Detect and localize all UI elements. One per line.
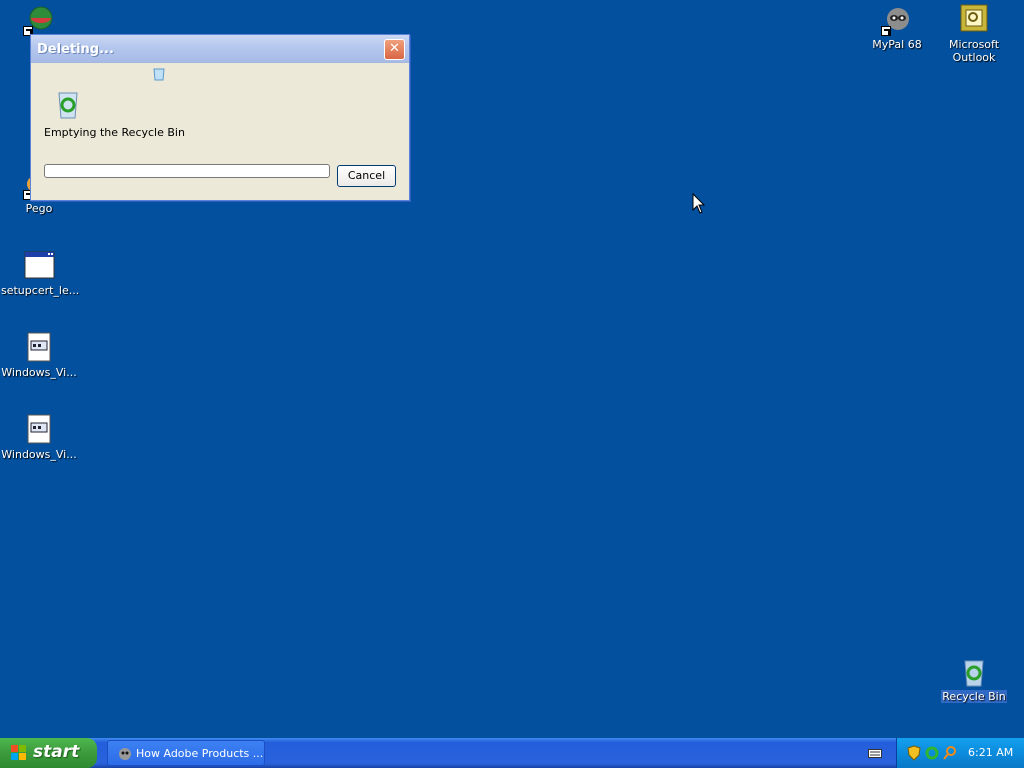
- desktop-icon-label-line1: Microsoft: [948, 38, 1000, 51]
- desktop-icon-label: MyPal 68: [872, 38, 922, 51]
- deleting-dialog: Deleting... ✕ Emptying the Recycle Bin C…: [30, 34, 410, 201]
- raccoon-icon: [117, 746, 133, 762]
- desktop-icon-label: setupcert_le...: [1, 284, 80, 297]
- recycle-bin-icon: [53, 89, 83, 119]
- desktop-icon-label: Recycle Bin: [941, 690, 1007, 703]
- desktop-icon-label-line2: Outlook: [952, 51, 996, 64]
- cancel-button[interactable]: Cancel: [337, 165, 396, 187]
- search-icon[interactable]: [942, 745, 958, 761]
- shortcut-arrow-icon: [881, 26, 891, 36]
- start-button[interactable]: start: [0, 738, 97, 768]
- close-icon: ✕: [389, 41, 400, 56]
- outlook-icon: [958, 4, 990, 36]
- recycle-sync-icon[interactable]: [924, 745, 940, 761]
- dialog-title: Deleting...: [37, 42, 114, 57]
- mouse-cursor-icon: [692, 192, 706, 215]
- dialog-titlebar[interactable]: Deleting... ✕: [31, 35, 409, 63]
- document-icon: [23, 414, 55, 446]
- recycle-bin-icon: [958, 656, 990, 688]
- raccoon-icon: [881, 4, 913, 36]
- dialog-message: Emptying the Recycle Bin: [44, 126, 185, 139]
- desktop-icon-mypal[interactable]: MyPal 68: [858, 4, 936, 51]
- taskbar: start How Adobe Products ... 6:21 AM: [0, 738, 1024, 768]
- progress-bar: [44, 164, 330, 178]
- desktop-icon-recycle-bin[interactable]: Recycle Bin: [935, 656, 1013, 703]
- desktop-icon-label: Windows_Vi...: [1, 366, 77, 379]
- system-tray: 6:21 AM: [896, 738, 1024, 768]
- window-app-icon: [23, 250, 55, 282]
- close-button[interactable]: ✕: [384, 39, 405, 60]
- desktop-icon-windows-vi-2[interactable]: Windows_Vi...: [0, 414, 78, 461]
- taskbar-window-label: How Adobe Products ...: [136, 747, 264, 760]
- desktop-icon-outlook[interactable]: Microsoft Outlook: [935, 4, 1013, 64]
- desktop-icon-label: Windows_Vi...: [1, 448, 77, 461]
- desktop-icon-windows-vi-1[interactable]: Windows_Vi...: [0, 332, 78, 379]
- taskbar-window-button[interactable]: How Adobe Products ...: [107, 740, 265, 766]
- windows-logo-icon: [10, 744, 28, 762]
- start-label: start: [33, 742, 80, 762]
- document-icon: [23, 332, 55, 364]
- shield-icon[interactable]: [906, 745, 922, 761]
- flying-file-icon: [152, 67, 166, 81]
- desktop-icon-network[interactable]: [0, 4, 78, 38]
- network-sphere-icon: [23, 4, 55, 36]
- keyboard-icon[interactable]: [868, 747, 882, 759]
- desktop-icon-label: Pego: [25, 202, 53, 215]
- desktop-icon-setupcert[interactable]: setupcert_le...: [0, 250, 80, 297]
- clock[interactable]: 6:21 AM: [968, 746, 1013, 759]
